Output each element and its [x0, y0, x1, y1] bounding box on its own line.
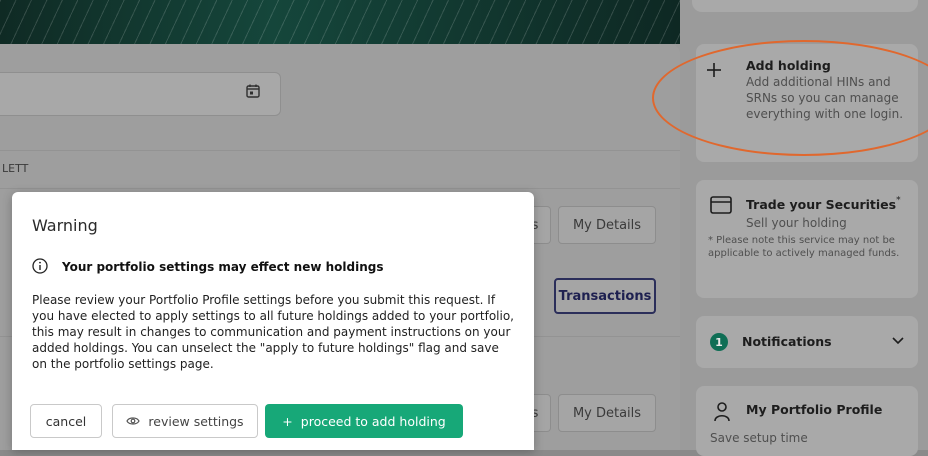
- notifications-label: Notifications: [742, 334, 832, 349]
- add-holding-title: Add holding: [746, 58, 831, 73]
- divider: [0, 188, 680, 189]
- cancel-label: cancel: [45, 413, 87, 429]
- plus-icon: +: [282, 413, 293, 429]
- divider: [0, 150, 680, 151]
- add-holding-card[interactable]: Add holding Add additional HINs and SRNs…: [696, 44, 918, 162]
- trade-title: Trade your Securities: [746, 197, 897, 212]
- review-settings-button[interactable]: review settings: [112, 404, 258, 438]
- notifications-card[interactable]: 1 Notifications: [696, 316, 918, 368]
- info-icon: [32, 258, 48, 274]
- portfolio-profile-title: My Portfolio Profile: [746, 402, 883, 417]
- my-details-button[interactable]: My Details: [558, 206, 656, 244]
- modal-title: Warning: [32, 216, 98, 235]
- transactions-button[interactable]: Transactions: [554, 278, 656, 314]
- person-icon: [714, 402, 730, 422]
- warning-modal: Warning Your portfolio settings may effe…: [12, 192, 534, 450]
- portfolio-profile-card[interactable]: My Portfolio Profile Save setup time: [696, 386, 918, 456]
- proceed-label: proceed to add holding: [300, 413, 446, 429]
- trade-text: Sell your holding: [746, 216, 847, 230]
- portfolio-profile-text: Save setup time: [710, 431, 808, 445]
- chevron-down-icon[interactable]: [892, 336, 904, 346]
- review-settings-label: review settings: [148, 413, 244, 429]
- my-details-button[interactable]: My Details: [558, 394, 656, 432]
- holding-owner-label: LETT: [2, 162, 29, 175]
- proceed-add-holding-button[interactable]: + proceed to add holding: [265, 404, 463, 438]
- cancel-button[interactable]: cancel: [30, 404, 102, 438]
- trade-note: * Please note this service may not be ap…: [708, 235, 900, 259]
- modal-body-text: Please review your Portfolio Profile set…: [32, 293, 514, 371]
- add-holding-text: Add additional HINs and SRNs so you can …: [746, 75, 904, 121]
- date-input[interactable]: [0, 72, 281, 116]
- sidebar-top-card: [692, 0, 918, 12]
- trade-title-mark: *: [896, 195, 901, 206]
- trade-securities-card[interactable]: Trade your Securities* Sell your holding…: [696, 180, 918, 298]
- calendar-icon[interactable]: [246, 84, 260, 98]
- credit-card-icon: [710, 196, 732, 214]
- modal-subtitle: Your portfolio settings may effect new h…: [62, 260, 384, 274]
- notification-count-badge: 1: [710, 333, 728, 351]
- plus-icon: [707, 63, 721, 77]
- header-pattern: [0, 0, 680, 44]
- eye-icon: [126, 417, 141, 425]
